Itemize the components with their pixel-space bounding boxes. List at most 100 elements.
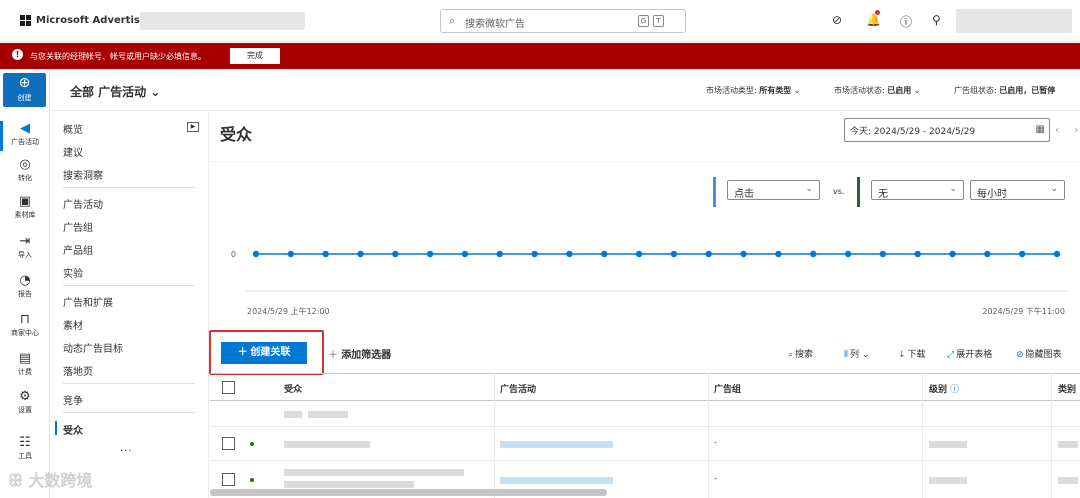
side-item-audiences[interactable]: 受众 <box>63 422 83 437</box>
data-point[interactable] <box>566 250 573 258</box>
table-header: 受众 广告活动 广告组 级别 ⓘ 类别 <box>210 373 1080 401</box>
search-button[interactable]: ⌕ 搜索 <box>788 347 813 360</box>
bell-icon[interactable]: 🔔 <box>866 13 881 27</box>
column-level[interactable]: 级别 ⓘ <box>929 382 959 395</box>
redacted-campaign-link[interactable] <box>500 441 613 448</box>
data-point[interactable] <box>844 250 852 258</box>
search-input[interactable]: ⌕ 搜索微软广告 G T ✦ <box>440 9 686 33</box>
search-icon: ⌕ <box>449 14 456 27</box>
data-point[interactable] <box>287 250 295 258</box>
nav-conversions[interactable]: ◎ 转化 <box>0 157 50 183</box>
collapse-panel-icon[interactable]: ▶ <box>187 122 199 132</box>
data-point[interactable] <box>357 250 364 258</box>
side-item-product-groups[interactable]: 产品组 <box>63 242 93 257</box>
side-item-ad-groups[interactable]: 广告组 <box>63 219 93 234</box>
data-point[interactable] <box>705 250 712 258</box>
help-icon[interactable]: ⓘ <box>900 13 912 30</box>
data-point[interactable] <box>740 250 747 258</box>
store-icon: ⊓ <box>19 312 31 327</box>
column-ad-group[interactable]: 广告组 <box>714 382 741 395</box>
side-item-recommendations[interactable]: 建议 <box>63 144 83 159</box>
date-range-value: 今天: 2024/5/29 - 2024/5/29 <box>850 127 976 137</box>
column-campaign[interactable]: 广告活动 <box>500 382 536 395</box>
campaign-type-filter[interactable]: 市场活动类型: 所有类型 ⌄ <box>706 85 801 96</box>
warning-banner: ! 与您关联的经理帐号、帐号或用户缺少必填信息。 完成 <box>0 43 1080 69</box>
campaign-status-filter[interactable]: 市场活动状态: 已启用 ⌄ <box>834 85 921 96</box>
data-point[interactable] <box>635 250 643 258</box>
redacted-audience-name[interactable] <box>284 469 464 476</box>
horizontal-scrollbar[interactable] <box>210 489 607 496</box>
data-point[interactable] <box>392 250 399 258</box>
side-item-competition[interactable]: 竞争 <box>63 392 83 407</box>
hide-chart-icon: ⊘ <box>1016 350 1024 360</box>
data-point[interactable] <box>984 250 991 258</box>
brand-logo[interactable]: Microsoft Advertising <box>20 15 158 26</box>
column-audience[interactable]: 受众 <box>284 382 302 395</box>
redacted-audience-name[interactable] <box>284 441 370 448</box>
data-point[interactable] <box>1018 250 1026 258</box>
data-point[interactable] <box>1053 250 1061 258</box>
nav-tools[interactable]: ☷ 工具 <box>0 435 50 461</box>
data-point[interactable] <box>426 250 434 258</box>
campaign-scope-selector[interactable]: 全部 广告活动 ⌄ <box>70 83 160 100</box>
table-row-total <box>210 401 1080 427</box>
nav-import[interactable]: ⇥ 导入 <box>0 234 50 260</box>
data-point[interactable] <box>879 250 887 258</box>
nav-library[interactable]: ▣ 素材库 <box>0 194 50 220</box>
more-items-button[interactable]: ... <box>120 443 133 454</box>
data-point[interactable] <box>810 250 817 258</box>
redacted-campaign-link[interactable] <box>500 477 613 484</box>
side-item-overview[interactable]: 概览 <box>63 121 83 136</box>
side-item-search-insights[interactable]: 搜索洞察 <box>63 167 103 182</box>
data-point[interactable] <box>601 250 608 258</box>
person-icon[interactable]: ⚲ <box>932 13 941 27</box>
hide-chart-button[interactable]: ⊘ 隐藏图表 <box>1016 347 1062 360</box>
nav-label: 商家中心 <box>11 329 39 337</box>
side-item-experiments[interactable]: 实验 <box>63 265 83 280</box>
nav-label: 设置 <box>18 406 32 414</box>
next-period-icon[interactable]: › <box>1074 123 1078 136</box>
complete-button[interactable]: 完成 <box>230 48 280 64</box>
side-item-dynamic-targets[interactable]: 动态广告目标 <box>63 340 123 355</box>
table-row[interactable]: - <box>210 427 1080 461</box>
data-point[interactable] <box>670 250 678 258</box>
nav-reports[interactable]: ◔ 报告 <box>0 273 50 299</box>
nav-billing[interactable]: ▤ 计费 <box>0 351 50 377</box>
data-point[interactable] <box>461 250 469 258</box>
search-placeholder: 搜索微软广告 <box>465 19 525 30</box>
side-item-assets[interactable]: 素材 <box>63 317 83 332</box>
data-point[interactable] <box>949 250 956 258</box>
nav-settings[interactable]: ⚙ 设置 <box>0 389 50 415</box>
performance-chart: 点击 ⌄ vs. 无 ⌄ 每小时 ⌄ 0 2024/5/29 上午12:00 202… <box>210 161 1080 333</box>
row-checkbox[interactable] <box>222 437 235 450</box>
column-category[interactable]: 类别 <box>1058 382 1076 395</box>
select-all-checkbox[interactable] <box>222 381 235 394</box>
info-icon[interactable]: ⓘ <box>950 385 959 395</box>
side-item-landing-pages[interactable]: 落地页 <box>63 363 93 378</box>
account-name-redacted[interactable] <box>140 12 305 30</box>
side-item-ads-extensions[interactable]: 广告和扩展 <box>63 294 113 309</box>
date-range-picker[interactable]: 今天: 2024/5/29 - 2024/5/29 ▦ <box>844 118 1050 142</box>
create-button[interactable]: ⊕ 创建 <box>3 73 46 107</box>
data-point[interactable] <box>322 250 329 258</box>
data-point[interactable] <box>914 250 921 258</box>
filter-value: 所有类型 <box>759 86 792 95</box>
side-item-campaigns[interactable]: 广告活动 <box>63 196 103 211</box>
data-point[interactable] <box>531 250 538 258</box>
nav-campaigns[interactable]: ◀ 广告活动 <box>0 121 50 151</box>
data-point[interactable] <box>496 250 503 258</box>
previous-period-icon[interactable]: ‹ <box>1055 123 1059 136</box>
expand-table-button[interactable]: ⤢ 展开表格 <box>947 347 992 360</box>
redacted-audience-name[interactable] <box>284 481 414 488</box>
download-button[interactable]: ↓ 下载 <box>898 347 926 360</box>
lightbulb-icon[interactable]: ⊘ <box>832 13 842 27</box>
add-filter-button[interactable]: ＋ 添加筛选器 <box>328 346 391 361</box>
create-association-button[interactable]: ＋ 创建关联 <box>221 342 307 364</box>
data-point[interactable] <box>252 250 260 258</box>
adgroup-status-filter[interactable]: 广告组状态: 已启用，已暂停 <box>954 85 1055 96</box>
nav-merchant-center[interactable]: ⊓ 商家中心 <box>0 312 50 338</box>
data-point[interactable] <box>775 250 782 258</box>
columns-button[interactable]: ⦀ 列 ⌄ <box>844 347 869 360</box>
user-info-redacted[interactable] <box>956 9 1072 33</box>
row-checkbox[interactable] <box>222 473 235 486</box>
